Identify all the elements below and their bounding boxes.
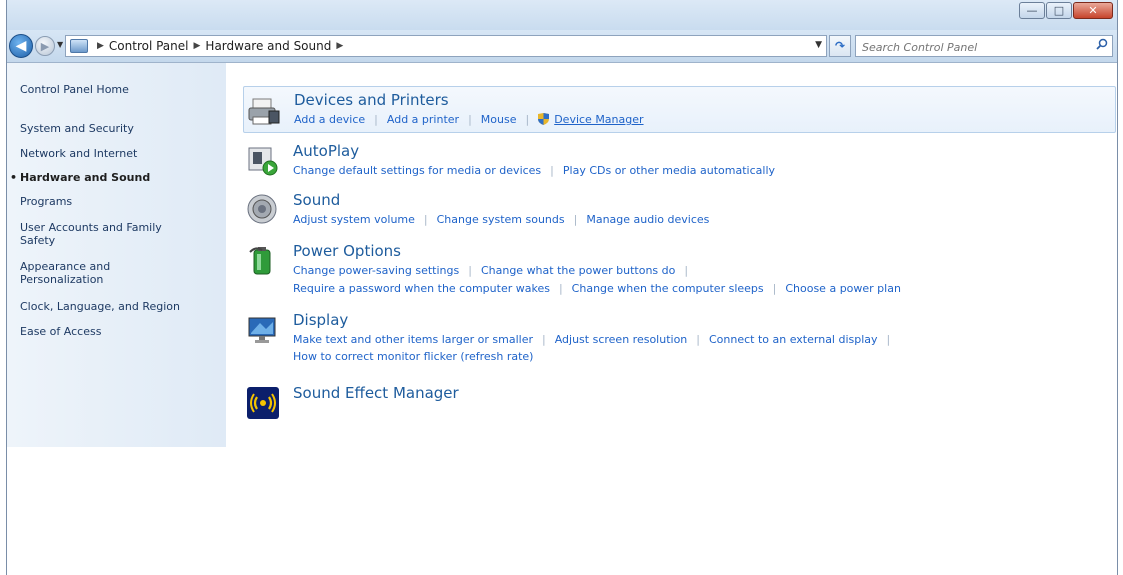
address-bar[interactable]: ▶ Control Panel ▶ Hardware and Sound ▶ ▼	[65, 35, 827, 57]
link-separator: |	[696, 333, 700, 346]
recent-pages-dropdown[interactable]: ▼	[57, 40, 63, 49]
close-button[interactable]: ✕	[1073, 2, 1113, 19]
category-title[interactable]: Sound Effect Manager	[293, 384, 459, 402]
category-links: Add a device | Add a printer | Mouse | Device …	[294, 113, 644, 126]
left-navigation-pane: Control Panel Home System and Security N…	[7, 63, 226, 447]
minimize-button[interactable]: —	[1019, 2, 1045, 19]
category-title[interactable]: Power Options	[293, 242, 401, 260]
sidebar-item-user-accounts[interactable]: User Accounts and Family Safety	[20, 221, 190, 247]
sidebar-item-label: Hardware and Sound	[20, 171, 151, 184]
breadcrumb-chevron-icon[interactable]: ▶	[336, 41, 343, 51]
search-box[interactable]	[855, 35, 1113, 58]
sidebar-item-appearance[interactable]: Appearance and Personalization	[20, 260, 150, 286]
link-change-default-settings[interactable]: Change default settings for media or dev…	[293, 164, 541, 177]
link-separator: |	[558, 282, 563, 295]
link-change-system-sounds[interactable]: Change system sounds	[437, 213, 565, 226]
category-title[interactable]: Devices and Printers	[294, 91, 449, 109]
sound-effect-icon	[247, 387, 279, 419]
back-button[interactable]: ◀	[9, 34, 33, 58]
category-title[interactable]: Display	[293, 311, 348, 329]
link-separator: |	[772, 282, 777, 295]
search-icon[interactable]	[1096, 38, 1108, 50]
link-adjust-screen-resolution[interactable]: Adjust screen resolution	[555, 333, 688, 346]
category-sound-effect-manager: Sound Effect Manager	[243, 382, 1116, 419]
category-links: Change power-saving settings | Change what…	[293, 264, 697, 277]
category-links: Make text and other items larger or smal…	[293, 333, 899, 346]
link-add-device[interactable]: Add a device	[294, 113, 365, 126]
link-change-power-buttons[interactable]: Change what the power buttons do	[481, 264, 675, 277]
breadcrumb-chevron-icon[interactable]: ▶	[194, 41, 201, 51]
sidebar-item-control-panel-home[interactable]: Control Panel Home	[20, 83, 220, 96]
forward-button[interactable]: ▶	[35, 36, 55, 56]
address-dropdown-icon[interactable]: ▼	[815, 40, 822, 50]
category-sound: Sound Adjust system volume | Change system…	[243, 191, 1116, 226]
link-separator: |	[886, 333, 891, 346]
category-autoplay: AutoPlay Change default settings for med…	[243, 142, 1116, 177]
printer-icon	[248, 98, 280, 125]
link-require-password-on-wake[interactable]: Require a password when the computer wak…	[293, 282, 550, 295]
navigation-bar: ◀ ▶ ▼ ▶ Control Panel ▶ Hardware and Sou…	[7, 30, 1117, 63]
title-bar: — □ ✕	[7, 0, 1117, 30]
link-separator: |	[573, 213, 578, 226]
link-change-when-computer-sleeps[interactable]: Change when the computer sleeps	[572, 282, 764, 295]
link-device-manager[interactable]: Device Manager	[554, 113, 643, 126]
link-choose-power-plan[interactable]: Choose a power plan	[785, 282, 901, 295]
battery-icon	[249, 247, 271, 275]
category-title[interactable]: Sound	[293, 191, 340, 209]
sidebar-item-clock-language-region[interactable]: Clock, Language, and Region	[20, 300, 220, 313]
sidebar-item-programs[interactable]: Programs	[20, 195, 220, 208]
link-correct-monitor-flicker[interactable]: How to correct monitor flicker (refresh …	[293, 350, 533, 363]
category-links: Adjust system volume | Change system sound…	[293, 213, 709, 226]
control-panel-window: — □ ✕ ◀ ▶ ▼ ▶ Control Panel ▶ Hardware a…	[6, 0, 1118, 575]
refresh-icon: ↷	[834, 39, 846, 53]
current-item-bullet-icon: •	[10, 171, 18, 184]
breadcrumb-control-panel[interactable]: Control Panel	[109, 39, 189, 53]
category-power-options: Power Options Change power-saving settin…	[243, 242, 1116, 295]
link-change-power-saving-settings[interactable]: Change power-saving settings	[293, 264, 459, 277]
caption-buttons: — □ ✕	[1018, 2, 1113, 19]
link-manage-audio-devices[interactable]: Manage audio devices	[586, 213, 709, 226]
forward-arrow-icon: ▶	[40, 39, 50, 53]
refresh-button[interactable]: ↷	[829, 35, 851, 57]
breadcrumb-hardware-and-sound[interactable]: Hardware and Sound	[205, 39, 331, 53]
main-content: Devices and Printers Add a device | Add a …	[226, 63, 1117, 575]
sidebar-item-hardware-and-sound: • Hardware and Sound	[10, 171, 220, 184]
monitor-icon	[248, 317, 276, 343]
speaker-icon	[247, 194, 277, 224]
link-separator: |	[550, 164, 554, 177]
link-make-text-larger[interactable]: Make text and other items larger or smal…	[293, 333, 533, 346]
back-arrow-icon: ◀	[15, 38, 27, 54]
search-input[interactable]	[860, 37, 1084, 58]
sidebar-item-ease-of-access[interactable]: Ease of Access	[20, 325, 220, 338]
link-separator: |	[374, 113, 378, 126]
autoplay-icon	[248, 147, 278, 176]
link-separator: |	[542, 333, 546, 346]
link-separator: |	[468, 113, 472, 126]
uac-shield-icon	[538, 113, 550, 125]
category-links-row-2: Require a password when the computer wak…	[293, 282, 901, 295]
breadcrumb-chevron-icon[interactable]: ▶	[97, 41, 104, 51]
sidebar-item-network-and-internet[interactable]: Network and Internet	[20, 147, 220, 160]
category-links-row-2: How to correct monitor flicker (refresh …	[293, 350, 533, 363]
maximize-button[interactable]: □	[1046, 2, 1072, 19]
category-display: Display Make text and other items larger…	[243, 311, 1116, 363]
link-connect-external-display[interactable]: Connect to an external display	[709, 333, 878, 346]
link-separator: |	[525, 113, 530, 126]
link-separator: |	[684, 264, 689, 277]
link-separator: |	[423, 213, 428, 226]
sidebar-item-system-and-security[interactable]: System and Security	[20, 122, 220, 135]
link-separator: |	[468, 264, 472, 277]
link-adjust-system-volume[interactable]: Adjust system volume	[293, 213, 415, 226]
link-add-printer[interactable]: Add a printer	[387, 113, 459, 126]
category-links: Change default settings for media or dev…	[293, 164, 775, 177]
link-play-cds[interactable]: Play CDs or other media automatically	[563, 164, 775, 177]
category-title[interactable]: AutoPlay	[293, 142, 359, 160]
link-mouse[interactable]: Mouse	[481, 113, 517, 126]
category-devices-and-printers: Devices and Printers Add a device | Add a …	[243, 86, 1116, 133]
control-panel-icon	[70, 39, 88, 53]
